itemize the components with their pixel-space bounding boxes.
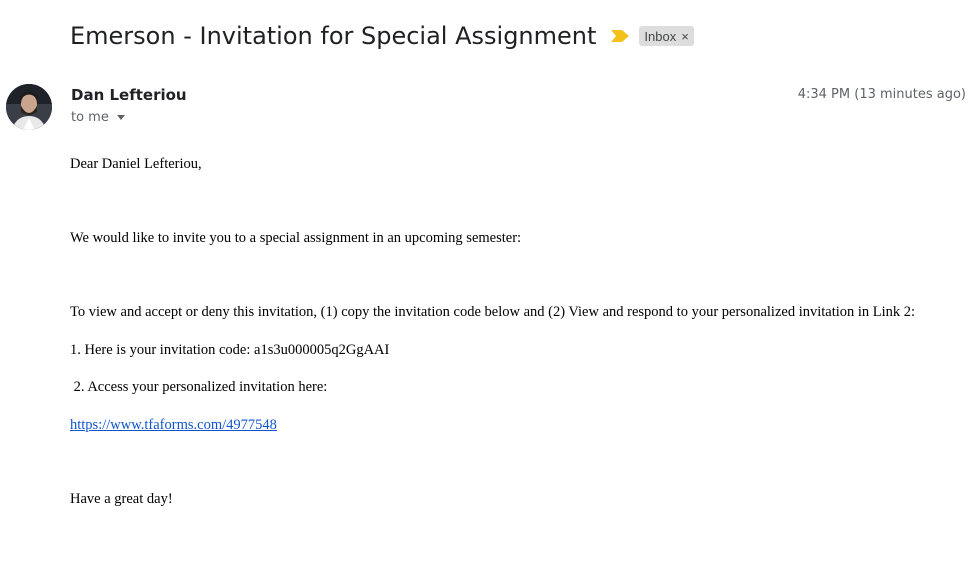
email-timestamp: 4:34 PM (13 minutes ago)	[797, 87, 966, 102]
remove-label-icon[interactable]: ×	[681, 29, 689, 44]
label-text: Inbox	[644, 28, 677, 44]
invitation-link[interactable]: https://www.tfaforms.com/4977548	[70, 417, 277, 433]
recipient-details-toggle[interactable]: to me	[71, 110, 125, 125]
sender-name[interactable]: Dan Lefteriou	[71, 86, 187, 104]
email-subject: Emerson - Invitation for Special Assignm…	[70, 22, 597, 50]
greeting-text: Dear Daniel Lefteriou,	[70, 156, 202, 172]
closing-text: Have a great day!	[70, 491, 173, 507]
avatar[interactable]	[6, 84, 52, 130]
importance-marker-icon[interactable]	[610, 29, 630, 43]
access-invitation-text: 2. Access your personalized invitation h…	[70, 379, 328, 395]
intro-text: We would like to invite you to a special…	[70, 230, 522, 246]
subject-row: Emerson - Invitation for Special Assignm…	[70, 20, 694, 52]
recipient-summary: to me	[71, 110, 109, 125]
invitation-link-line: https://www.tfaforms.com/4977548	[70, 417, 277, 434]
instructions-text: To view and accept or deny this invitati…	[70, 304, 916, 320]
invitation-code-text: 1. Here is your invitation code: a1s3u00…	[70, 342, 390, 358]
chevron-down-icon	[116, 115, 125, 120]
inbox-label-chip: Inbox ×	[639, 26, 694, 46]
avatar-image	[6, 84, 52, 130]
